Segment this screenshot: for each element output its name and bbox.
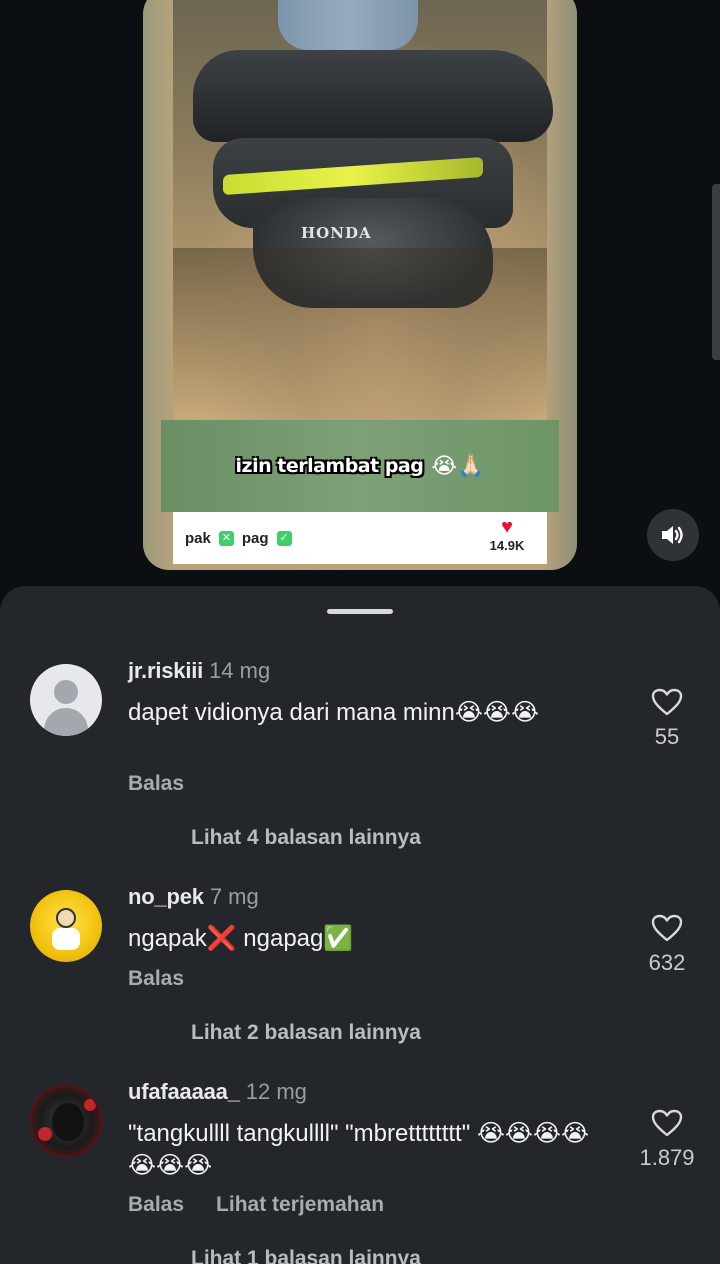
reply-button[interactable]: Balas [128,967,184,990]
caption-text: izin terlambat pag [235,455,424,477]
comments-sheet: jr.riskiii 14 mg dapet vidionya dari mana… [0,586,720,1264]
comment-time: 12 mg [245,1079,307,1104]
motorcycle-brand-mark: HONDA [301,224,372,242]
cross-check-icon: ✕ [218,530,234,546]
strip-text-pak: pak [185,529,211,547]
video-preview[interactable]: HONDA izin terlambat pag 😭🙏🏻 pak ✕ pag ✓… [143,0,577,570]
comment-time: 14 mg [209,658,271,683]
like-count: 632 [648,950,686,975]
video-frame: HONDA [173,0,553,420]
video-like-count: 14.9K [489,538,525,553]
view-more-replies[interactable]: Lihat 2 balasan lainnya [191,1021,421,1045]
video-like: ♥ 14.9K [477,516,537,553]
view-more-replies[interactable]: Lihat 1 balasan lainnya [191,1247,421,1264]
comment-text: "tangkullll tangkullll" "mbretttttttt" 😭… [128,1120,590,1179]
check-icon: ✓ [276,530,292,546]
heart-outline-icon [651,688,683,716]
like-button[interactable]: 632 [630,914,704,976]
like-button[interactable]: 55 [630,688,704,750]
avatar[interactable] [30,664,102,736]
video-caption: izin terlambat pag 😭🙏🏻 [161,420,559,512]
volume-button[interactable] [647,509,699,561]
strip-text-pag: pag [241,529,269,547]
view-more-replies[interactable]: Lihat 4 balasan lainnya [191,826,421,850]
scroll-indicator[interactable] [712,184,720,360]
sheet-drag-handle[interactable] [327,609,393,614]
like-count: 55 [654,724,680,749]
like-count: 1.879 [639,1145,695,1170]
video-area: HONDA izin terlambat pag 😭🙏🏻 pak ✕ pag ✓… [0,0,720,600]
like-button[interactable]: 1.879 [630,1109,704,1171]
comment-username[interactable]: jr.riskiii [128,658,203,683]
comment-username[interactable]: ufafaaaaa_ [128,1079,240,1104]
comment-text: ngapak❌ ngapag✅ [128,925,354,952]
translate-button[interactable]: Lihat terjemahan [216,1193,384,1216]
comment-text: dapet vidionya dari mana minn😭😭😭 [128,699,539,726]
comment-time: 7 mg [209,884,259,909]
heart-filled-icon: ♥ [501,516,513,538]
comment-username[interactable]: no_pek [128,884,204,909]
heart-outline-icon [651,1109,683,1137]
heart-outline-icon [651,914,683,942]
speaker-icon [662,526,683,544]
avatar[interactable] [30,890,102,962]
reply-button[interactable]: Balas [128,772,184,795]
caption-emoji: 😭🙏🏻 [431,453,485,478]
reply-button[interactable]: Balas [128,1193,184,1216]
avatar[interactable] [30,1085,102,1157]
video-comment-strip: pak ✕ pag ✓ ♥ 14.9K [173,512,547,564]
